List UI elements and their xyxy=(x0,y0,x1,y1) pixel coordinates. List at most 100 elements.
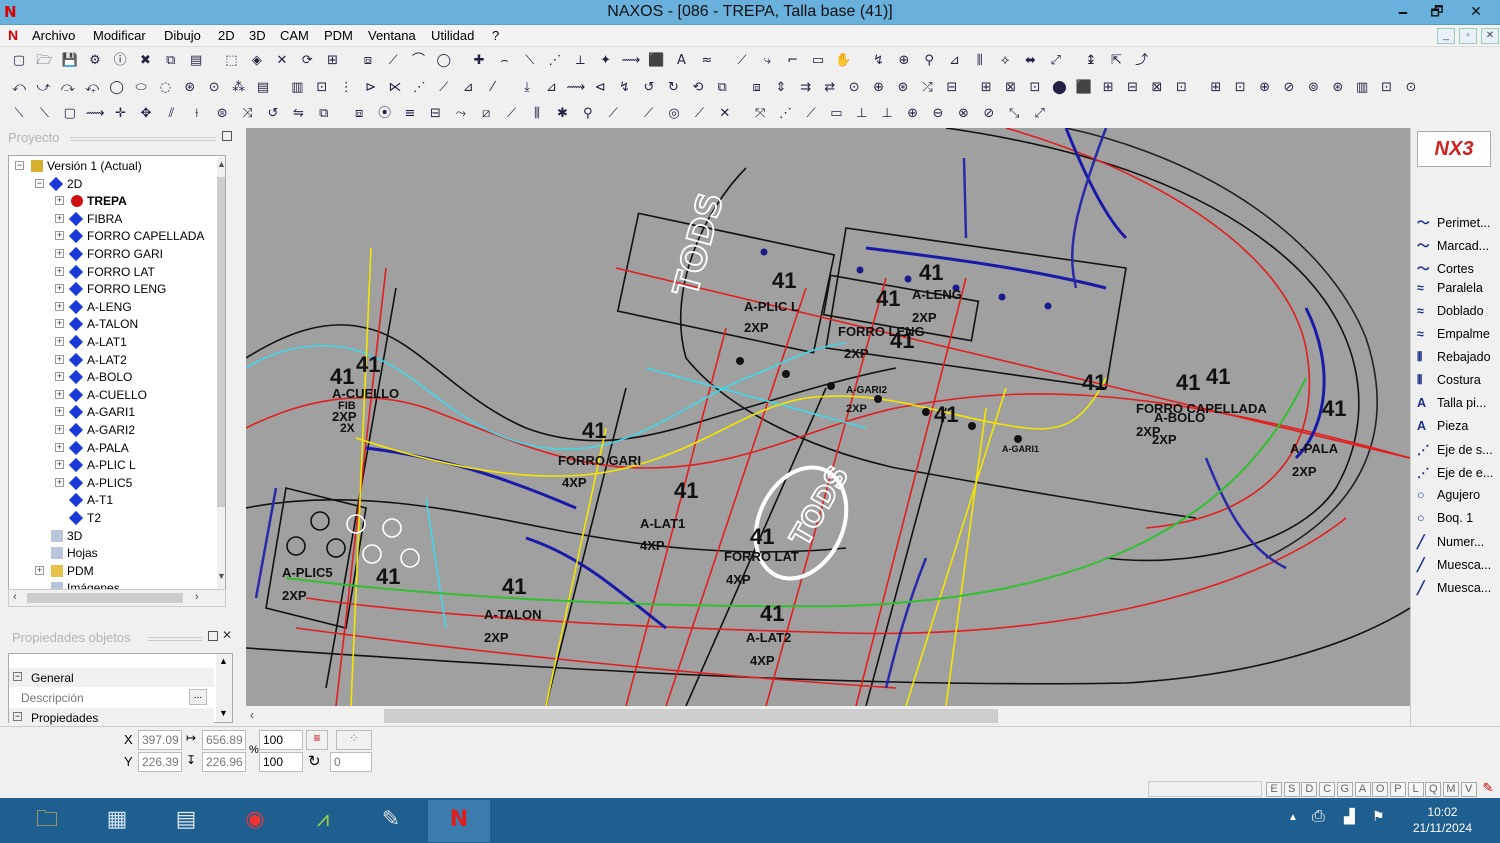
canvas-horizontal-scrollbar[interactable]: ‹ xyxy=(246,706,1410,726)
tree-expander-icon[interactable]: + xyxy=(55,354,64,364)
y-coordinate-field[interactable]: 226.39 xyxy=(138,752,182,772)
tool-eje-de-s-button[interactable]: ⋰ Eje de s... xyxy=(1417,442,1493,457)
tb3-tool-10-icon[interactable]: ↺ xyxy=(262,103,284,125)
tb3-tool-3-icon[interactable]: ⟿ xyxy=(84,103,106,125)
panel-pin-icon[interactable] xyxy=(222,131,232,141)
tb3-tool-1-icon[interactable]: ⟍ xyxy=(33,103,55,125)
tb1-tool-26-icon[interactable]: ≈ xyxy=(696,50,718,72)
tool-marcad-button[interactable]: 〜 Marcad... xyxy=(1417,235,1489,254)
tree-expander-icon[interactable]: + xyxy=(55,372,64,382)
tree-expander-icon[interactable]: + xyxy=(55,213,64,223)
tb1-tool-22-icon[interactable]: ✦ xyxy=(595,50,617,72)
tree-expander-icon[interactable]: + xyxy=(55,231,64,241)
tb2-tool-39-icon[interactable]: ⊠ xyxy=(1000,77,1022,99)
tb3-tool-14-icon[interactable]: ⦿ xyxy=(374,103,396,125)
tb2-tool-10-icon[interactable]: ▤ xyxy=(252,77,274,99)
tb2-tool-40-icon[interactable]: ⊡ xyxy=(1024,77,1046,99)
tb1-tool-0-icon[interactable]: ▢ xyxy=(8,50,30,72)
menu-2d[interactable]: 2D xyxy=(218,28,235,43)
tb3-tool-39-icon[interactable]: ⤢ xyxy=(1029,103,1051,125)
tree-hscroll-thumb[interactable] xyxy=(27,593,183,603)
tb3-tool-13-icon[interactable]: ⧈ xyxy=(348,103,370,125)
tb2-tool-30-icon[interactable]: ⇕ xyxy=(770,77,792,99)
scale-x-field[interactable]: 100 xyxy=(259,730,303,750)
tb2-tool-5-icon[interactable]: ⬭ xyxy=(130,77,152,99)
tb3-tool-18-icon[interactable]: ⧄ xyxy=(475,103,497,125)
tb1-tool-36-icon[interactable]: ⫼ xyxy=(969,50,991,72)
status-key-d[interactable]: D xyxy=(1301,782,1318,797)
tb1-tool-42-icon[interactable]: ⤴ xyxy=(1131,50,1153,72)
tool-talla-pi-button[interactable]: A Talla pi... xyxy=(1417,396,1486,410)
menu-dibujo[interactable]: Dibujo xyxy=(164,28,201,43)
tb2-tool-54-icon[interactable]: ⊡ xyxy=(1376,77,1398,99)
tb1-tool-12-icon[interactable]: ⊞ xyxy=(322,50,344,72)
drawing-canvas[interactable]: TODS TODS 41 A-PLIC L 2XP 41 A-LENG 41 2XP FORR… xyxy=(246,128,1410,706)
tb3-tool-34-icon[interactable]: ⊕ xyxy=(902,103,924,125)
shoe-app-icon[interactable]: ⩘ xyxy=(292,800,354,842)
tb1-tool-32-icon[interactable]: ↯ xyxy=(868,50,890,72)
tb1-tool-3-icon[interactable]: ⚙ xyxy=(84,50,106,72)
tb2-tool-50-icon[interactable]: ⊘ xyxy=(1278,77,1300,99)
tb3-tool-22-icon[interactable]: ⚲ xyxy=(577,103,599,125)
menu-ventana[interactable]: Ventana xyxy=(368,28,416,43)
x-coordinate-field[interactable]: 397.09 xyxy=(138,730,182,750)
tb3-tool-29-icon[interactable]: ⋰ xyxy=(775,103,797,125)
minimize-button[interactable]: 🗕 xyxy=(1386,0,1420,24)
tb3-tool-32-icon[interactable]: ⊥ xyxy=(851,103,873,125)
tree-expander-icon[interactable]: + xyxy=(55,249,64,258)
tb3-tool-6-icon[interactable]: ⫽ xyxy=(160,103,182,125)
tool-paralelabutton[interactable]: ≈ Paralela xyxy=(1417,281,1483,295)
status-key-m[interactable]: M xyxy=(1443,782,1459,797)
tb3-tool-16-icon[interactable]: ⊟ xyxy=(424,103,446,125)
tb3-tool-5-icon[interactable]: ✥ xyxy=(135,103,157,125)
tb3-tool-36-icon[interactable]: ⊗ xyxy=(952,103,974,125)
tb3-tool-2-icon[interactable]: ▢ xyxy=(59,103,81,125)
tb3-tool-27-icon[interactable]: ✕ xyxy=(714,103,736,125)
tb1-tool-2-icon[interactable]: 💾 xyxy=(59,50,81,72)
tb2-tool-43-icon[interactable]: ⊞ xyxy=(1097,77,1119,99)
tb1-tool-6-icon[interactable]: ⧉ xyxy=(160,50,182,72)
tree-expander-icon[interactable]: + xyxy=(55,460,64,470)
props-pin-icon[interactable] xyxy=(208,631,218,641)
tool-dobladobutton[interactable]: ≈ Doblado xyxy=(1417,304,1484,318)
status-key-a[interactable]: A xyxy=(1354,782,1371,797)
tb1-tool-38-icon[interactable]: ⬌ xyxy=(1019,50,1041,72)
tree-expander-icon[interactable]: + xyxy=(55,425,64,434)
tb1-tool-21-icon[interactable]: ⟂ xyxy=(569,50,591,72)
tool-piezabutton[interactable]: A Pieza xyxy=(1417,419,1468,433)
tb3-tool-11-icon[interactable]: ⇋ xyxy=(287,103,309,125)
tree-expander-icon[interactable]: + xyxy=(55,407,64,417)
tree-expander-icon[interactable]: + xyxy=(55,319,64,329)
tb2-tool-45-icon[interactable]: ⊠ xyxy=(1146,77,1168,99)
tb3-tool-7-icon[interactable]: ⟊ xyxy=(186,103,208,125)
menu-help[interactable]: ? xyxy=(492,28,499,43)
prop-general-row[interactable]: − General xyxy=(9,668,214,687)
tb2-tool-49-icon[interactable]: ⊕ xyxy=(1254,77,1276,99)
tb3-tool-21-icon[interactable]: ✱ xyxy=(551,103,573,125)
tb2-tool-7-icon[interactable]: ⊛ xyxy=(179,77,201,99)
tb1-tool-33-icon[interactable]: ⊕ xyxy=(893,50,915,72)
canvas-scroll-thumb[interactable] xyxy=(384,709,998,723)
mdi-minimize-button[interactable]: _ xyxy=(1437,28,1455,44)
tb1-tool-34-icon[interactable]: ⚲ xyxy=(918,50,940,72)
status-key-g[interactable]: G xyxy=(1336,782,1353,797)
tb1-tool-8-icon[interactable]: ⬚ xyxy=(220,50,242,72)
tb2-tool-9-icon[interactable]: ⁂ xyxy=(228,77,250,99)
tb2-tool-44-icon[interactable]: ⊟ xyxy=(1122,77,1144,99)
tb2-tool-52-icon[interactable]: ⊛ xyxy=(1327,77,1349,99)
tb2-tool-38-icon[interactable]: ⊞ xyxy=(975,77,997,99)
tb2-tool-41-icon[interactable]: ⬤ xyxy=(1048,77,1070,99)
tb1-tool-41-icon[interactable]: ⇱ xyxy=(1105,50,1127,72)
status-key-p[interactable]: P xyxy=(1389,782,1406,797)
tb2-tool-33-icon[interactable]: ⊙ xyxy=(843,77,865,99)
tree-horizontal-scrollbar[interactable]: ‹ › xyxy=(8,589,226,607)
tb2-tool-27-icon[interactable]: ⟲ xyxy=(687,77,709,99)
tb3-tool-23-icon[interactable]: ⟋ xyxy=(602,103,624,125)
tb2-tool-3-icon[interactable]: ⤽ xyxy=(81,77,103,99)
tb2-tool-32-icon[interactable]: ⇄ xyxy=(819,77,841,99)
tb3-tool-0-icon[interactable]: ⟍ xyxy=(8,103,30,125)
tb2-tool-12-icon[interactable]: ⊡ xyxy=(311,77,333,99)
tb2-tool-55-icon[interactable]: ⊙ xyxy=(1400,77,1422,99)
tb1-tool-24-icon[interactable]: ⬛ xyxy=(645,50,667,72)
grid-button[interactable]: ⁘ xyxy=(336,730,372,750)
